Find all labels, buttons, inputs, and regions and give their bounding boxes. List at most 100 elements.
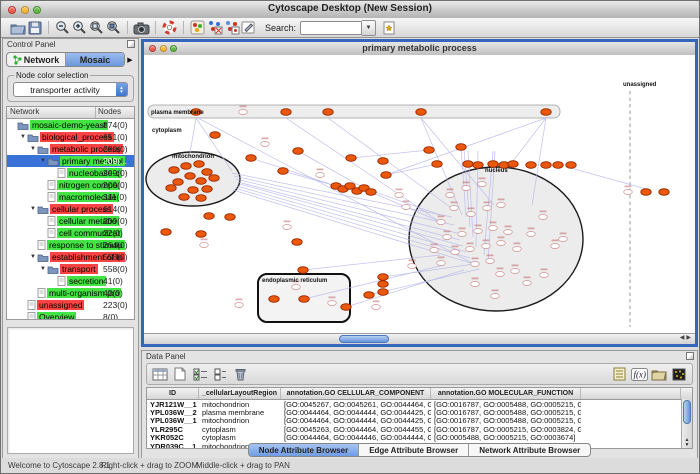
tree-row[interactable]: nucleobase-c209(0) [7, 167, 134, 179]
network-node[interactable] [225, 214, 235, 221]
network-node[interactable] [432, 161, 442, 168]
layout-selected-icon[interactable] [223, 20, 240, 36]
network-node[interactable] [328, 301, 337, 306]
network-edge[interactable] [351, 150, 429, 158]
network-edge[interactable] [513, 118, 546, 161]
network-node[interactable] [496, 272, 505, 277]
network-node[interactable] [539, 215, 548, 220]
network-node[interactable] [179, 194, 189, 201]
network-node[interactable] [378, 158, 388, 165]
scrollbar-arrows-icon[interactable]: ◀▶ [680, 334, 693, 341]
layout-nodes-icon[interactable] [206, 20, 223, 36]
network-node[interactable] [202, 169, 212, 176]
network-node[interactable] [204, 213, 214, 220]
region-plasma-membrane[interactable] [148, 105, 560, 118]
tree-row[interactable]: macromolecule311(0) [7, 191, 134, 203]
network-node[interactable] [298, 267, 308, 274]
column-header[interactable]: annotation.GO CELLULAR_COMPONENT [281, 388, 431, 399]
network-node[interactable] [424, 147, 434, 154]
network-node[interactable] [372, 305, 381, 310]
table-mode-icon[interactable] [150, 365, 170, 383]
network-node[interactable] [486, 259, 495, 264]
save-icon[interactable] [26, 20, 43, 36]
network-node[interactable] [437, 220, 446, 225]
network-node[interactable] [196, 178, 206, 185]
network-window-titlebar[interactable]: primary metabolic process [144, 42, 695, 56]
network-node[interactable] [566, 162, 576, 169]
network-node[interactable] [346, 155, 356, 162]
region-nucleus[interactable] [409, 167, 583, 311]
network-node[interactable] [169, 167, 179, 174]
tab-edge-attribute-browser[interactable]: Edge Attribute Browser [358, 444, 468, 456]
tree-row[interactable]: ▼metabolic process280(0) [7, 143, 134, 155]
network-node[interactable] [471, 262, 480, 267]
tree-row[interactable]: multi-organism pro42(0) [7, 287, 134, 299]
tab-network[interactable]: Network [7, 53, 65, 66]
tab-overflow-arrow-icon[interactable]: ▶ [125, 56, 135, 64]
network-node[interactable] [185, 173, 195, 180]
zoom-out-icon[interactable] [54, 20, 71, 36]
network-node[interactable] [443, 235, 452, 240]
network-node[interactable] [467, 212, 476, 217]
network-node[interactable] [491, 294, 500, 299]
network-node[interactable] [416, 109, 426, 116]
network-node[interactable] [462, 186, 471, 191]
attribute-editor-icon[interactable] [609, 365, 629, 383]
network-node[interactable] [378, 289, 388, 296]
tree-row[interactable]: ▼establishment of lo558(0) [7, 251, 134, 263]
zoom-fit-icon[interactable] [88, 20, 105, 36]
unselect-attributes-icon[interactable] [210, 365, 230, 383]
expand-arrow-icon[interactable]: ▼ [29, 206, 37, 212]
search-settings-icon[interactable] [381, 20, 398, 36]
network-node[interactable] [489, 226, 498, 231]
delete-attribute-icon[interactable] [230, 365, 250, 383]
expand-arrow-icon[interactable]: ▼ [39, 266, 47, 272]
network-node[interactable] [508, 161, 518, 168]
select-attributes-icon[interactable] [190, 365, 210, 383]
network-node[interactable] [202, 186, 212, 193]
network-node[interactable] [292, 285, 301, 290]
network-edge[interactable] [571, 168, 646, 189]
network-node[interactable] [541, 109, 551, 116]
network-edge[interactable] [328, 118, 450, 207]
tree-row[interactable]: cell communicat22(0) [7, 227, 134, 239]
network-node[interactable] [474, 229, 483, 234]
network-edge[interactable] [251, 158, 336, 186]
expand-arrow-icon[interactable]: ▼ [29, 254, 37, 260]
zoom-in-icon[interactable] [71, 20, 88, 36]
network-node[interactable] [458, 232, 467, 237]
network-canvas[interactable]: plasma membranecytoplasmmitochondrionnuc… [144, 55, 695, 334]
column-header[interactable]: annotation.GO MOLECULAR_FUNCTION [431, 388, 581, 399]
network-node[interactable] [200, 243, 209, 248]
network-node[interactable] [408, 264, 417, 269]
network-node[interactable] [497, 241, 506, 246]
network-node[interactable] [323, 109, 333, 116]
search-dropdown-arrow[interactable]: ▼ [362, 20, 376, 36]
network-node[interactable] [446, 193, 455, 198]
network-node[interactable] [366, 189, 376, 196]
network-node[interactable] [471, 282, 480, 287]
tree-row[interactable]: Overview8(0) [7, 311, 134, 320]
function-builder-icon[interactable]: f(x) [629, 365, 649, 383]
network-node[interactable] [278, 168, 288, 175]
network-node[interactable] [381, 172, 391, 179]
network-node[interactable] [488, 161, 498, 168]
network-node[interactable] [504, 230, 513, 235]
birds-eye-view[interactable] [7, 327, 134, 454]
network-node[interactable] [299, 296, 309, 303]
window-titlebar[interactable]: Cytoscape Desktop (New Session) [1, 1, 699, 19]
attribute-matrix-icon[interactable] [669, 365, 689, 383]
tree-row[interactable]: ▼cellular process614(0) [7, 203, 134, 215]
column-header[interactable]: ID [147, 388, 199, 399]
network-node[interactable] [341, 304, 351, 311]
network-node[interactable] [513, 247, 522, 252]
table-vertical-scrollbar[interactable]: ▲▼ [681, 399, 692, 448]
network-node[interactable] [269, 296, 279, 303]
network-node[interactable] [316, 173, 325, 178]
tree-row[interactable]: mosaic-demo-yeast874(0) [7, 119, 134, 131]
network-node[interactable] [378, 274, 388, 281]
column-header[interactable]: _cellularLayoutRegion [199, 388, 281, 399]
network-node[interactable] [641, 189, 651, 196]
network-node[interactable] [293, 148, 303, 155]
column-header-empty[interactable] [581, 388, 681, 399]
